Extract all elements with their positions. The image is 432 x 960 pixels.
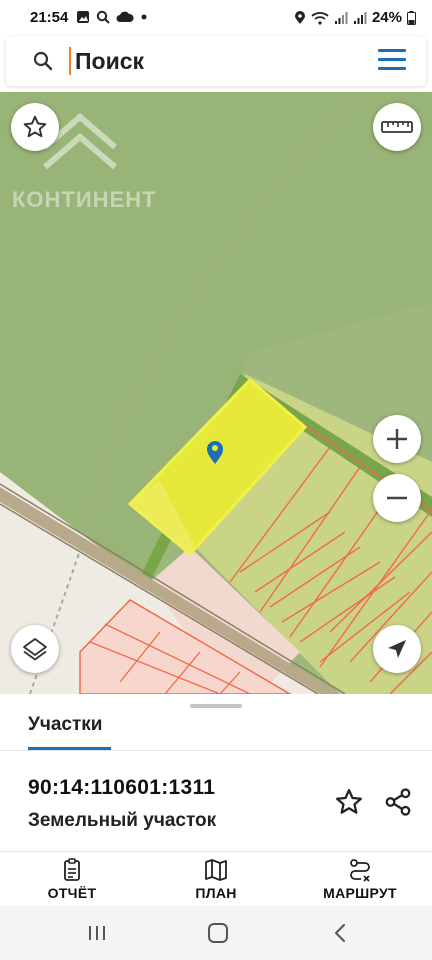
- star-icon[interactable]: [334, 787, 364, 817]
- hamburger-line: [378, 67, 406, 70]
- battery-percent: 24%: [371, 9, 402, 26]
- star-icon: [23, 115, 47, 138]
- plan-button[interactable]: ПЛАН: [156, 852, 276, 906]
- gallery-icon: [77, 11, 89, 23]
- search-icon: [96, 10, 110, 24]
- route-icon: [350, 859, 370, 882]
- app-screen: 21:54 24% Поиск КОНТИНЕНТ Участки 90:14:…: [0, 0, 432, 960]
- map-view[interactable]: КОНТИНЕНТ: [0, 92, 432, 694]
- search-icon[interactable]: [31, 49, 55, 73]
- route-button[interactable]: МАРШРУТ: [300, 852, 420, 906]
- plus-icon: [387, 429, 407, 449]
- back-icon[interactable]: [330, 922, 350, 944]
- zoom-out-button[interactable]: [373, 474, 421, 522]
- status-time: 21:54: [30, 9, 69, 26]
- drag-handle[interactable]: [190, 704, 242, 708]
- report-button[interactable]: ОТЧЁТ: [12, 852, 132, 906]
- map-canvas: [0, 92, 432, 694]
- action-bar: ОТЧЁТ ПЛАН МАРШРУТ: [0, 852, 432, 906]
- battery-icon: [407, 10, 416, 25]
- dot-icon: [141, 14, 147, 20]
- signal-icon: [353, 11, 367, 24]
- search-input[interactable]: Поиск: [69, 48, 144, 75]
- watermark-text: КОНТИНЕНТ: [12, 187, 157, 212]
- zoom-in-button[interactable]: [373, 415, 421, 463]
- parcel-type: Земельный участок: [28, 810, 217, 831]
- status-left-icons: [76, 10, 148, 24]
- plan-label: ПЛАН: [195, 885, 237, 901]
- home-icon[interactable]: [208, 923, 228, 943]
- wifi-icon: [311, 11, 329, 25]
- map-icon: [205, 859, 227, 881]
- parcel-cadastral-number: 90:14:110601:1311: [28, 776, 216, 799]
- divider: [0, 750, 432, 751]
- layers-icon: [23, 638, 47, 661]
- my-location-button[interactable]: [373, 625, 421, 673]
- tab-parcels[interactable]: Участки: [28, 714, 102, 736]
- system-nav-bar: [0, 906, 432, 960]
- signal-icon: [334, 11, 348, 24]
- status-bar: 21:54 24%: [0, 0, 432, 36]
- cloud-icon: [116, 11, 134, 22]
- minus-icon: [387, 496, 407, 500]
- navigation-arrow-icon: [388, 640, 406, 658]
- ruler-icon: [381, 121, 413, 133]
- status-right-icons: 24%: [294, 9, 416, 26]
- location-icon: [294, 10, 305, 24]
- hamburger-line: [378, 58, 406, 61]
- ruler-button[interactable]: [373, 103, 421, 151]
- share-icon[interactable]: [383, 787, 413, 817]
- hamburger-icon: [378, 49, 406, 52]
- search-bar[interactable]: Поиск: [6, 36, 426, 86]
- favorite-button[interactable]: [11, 103, 59, 151]
- menu-button[interactable]: [378, 49, 406, 73]
- report-label: ОТЧЁТ: [47, 885, 97, 901]
- clipboard-icon: [64, 858, 80, 881]
- route-label: МАРШРУТ: [323, 885, 397, 901]
- recents-icon[interactable]: [86, 924, 108, 942]
- layers-button[interactable]: [11, 625, 59, 673]
